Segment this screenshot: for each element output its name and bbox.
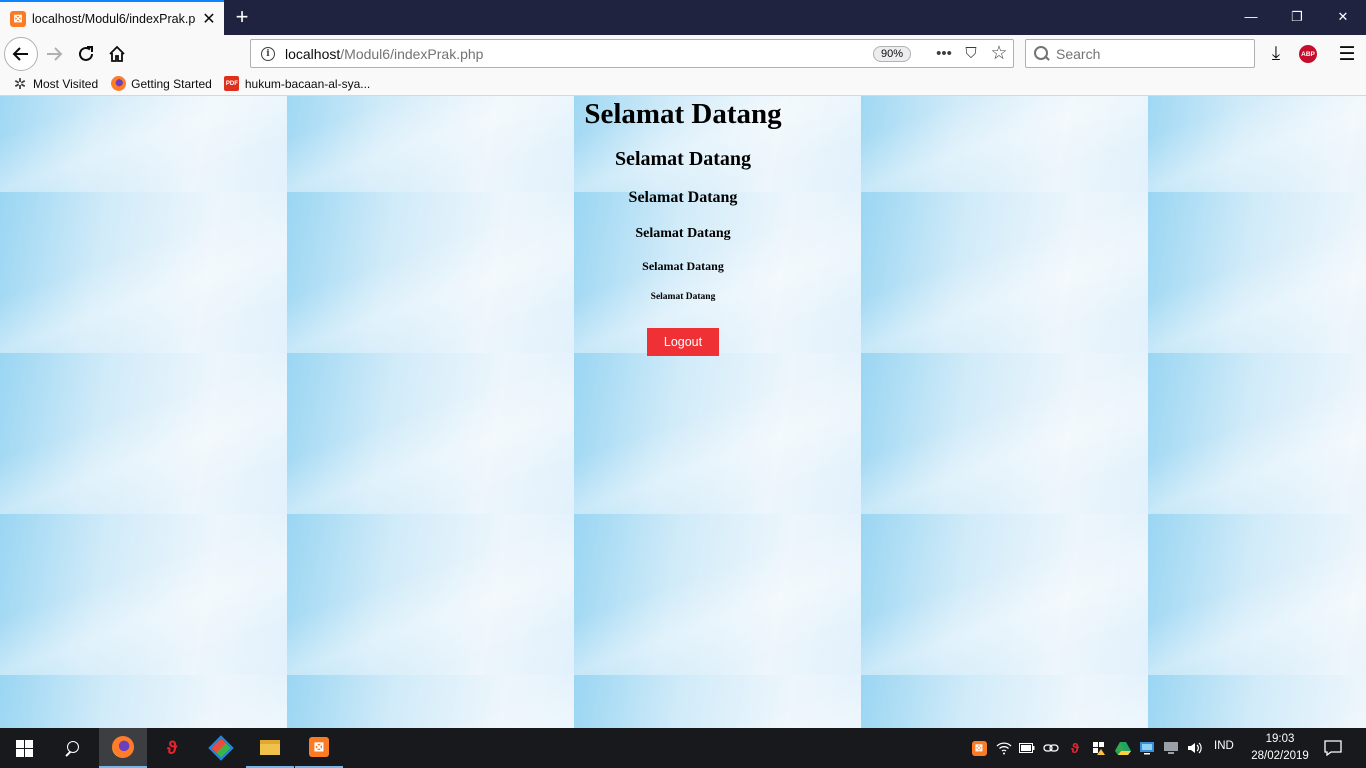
xampp-tray-icon: ⊠ [971,740,987,756]
forward-button[interactable] [38,38,70,70]
adblock-icon: ABP [1299,45,1317,63]
drive-tray-icon[interactable] [1114,739,1132,757]
bookmark-label: Most Visited [33,76,99,91]
zoom-indicator[interactable]: 90% [873,46,912,62]
link-icon[interactable] [1042,739,1060,757]
firefox-icon [112,736,134,758]
heading-3: Selamat Datang [628,189,738,206]
git-icon [208,735,234,761]
volume-icon[interactable] [1186,739,1204,757]
new-tab-button[interactable]: + [228,3,256,31]
home-icon [109,45,125,62]
tab-active[interactable]: ⊠ localhost/Modul6/indexPrak.php ✕ [0,0,224,35]
security-tray-icon[interactable] [1090,739,1108,757]
taskbar-search-button[interactable] [48,728,96,768]
input-language[interactable]: IND [1214,740,1234,752]
windows-logo-icon [15,739,33,757]
title-bar: ⊠ localhost/Modul6/indexPrak.php ✕ + — ❐… [0,0,1366,35]
bookmark-getting-started[interactable]: Getting Started [110,76,212,92]
menu-icon[interactable]: ☰ [1331,38,1363,70]
taskbar-xampp[interactable]: ⊠ [295,728,343,768]
bookmark-label: Getting Started [131,76,212,91]
display-tray-icon[interactable] [1162,739,1180,757]
xampp-icon: ⊠ [309,737,329,757]
reload-icon [79,46,93,61]
pdf-icon: PDF [224,76,240,91]
logout-button[interactable]: Logout [647,328,719,356]
clock[interactable]: 19:03 28/02/2019 [1240,731,1320,765]
minimize-button[interactable]: — [1228,0,1274,35]
xampp-favicon-icon: ⊠ [10,10,26,27]
bookmark-most-visited[interactable]: ✲ Most Visited [12,75,99,93]
tab-close-icon[interactable]: ✕ [200,9,218,29]
forward-arrow-icon [47,47,63,61]
battery-icon[interactable] [1018,739,1036,757]
heading-4: Selamat Datang [635,226,731,241]
heading-6: Selamat Datang [650,292,716,302]
downloads-icon[interactable]: ⤓ [1260,38,1292,70]
start-button[interactable] [0,728,48,768]
search-icon [65,741,79,755]
taskbar-firefox[interactable] [99,728,147,768]
tab-title: localhost/Modul6/indexPrak.php [32,11,196,26]
clock-time: 19:03 [1265,733,1295,745]
heading-1: Selamat Datang [584,98,782,130]
bookmark-star-icon[interactable]: ☆ [988,43,1010,65]
taskbar-git[interactable] [197,728,245,768]
gear-icon: ✲ [13,75,27,93]
page-viewport: Selamat Datang Selamat Datang Selamat Da… [0,96,1366,728]
home-button[interactable] [101,38,133,70]
restore-button[interactable]: ❐ [1274,0,1320,35]
adblock-button[interactable]: ABP [1292,38,1324,70]
close-window-button[interactable]: ✕ [1320,0,1366,35]
tray-xampp[interactable]: ⊠ [970,739,988,757]
pocket-icon[interactable]: ⛉ [960,43,982,65]
bookmark-pdf[interactable]: PDF hukum-bacaan-al-sya... [224,76,370,92]
windows-taskbar: ϑ ⊠ ⊠ ϑ IND 19:03 28/02/2019 [0,728,1366,768]
clock-date: 28/02/2019 [1251,750,1309,762]
taskbar-file-explorer[interactable] [246,728,294,768]
action-center-icon[interactable] [1322,739,1344,757]
bookmark-label: hukum-bacaan-al-sya... [244,76,371,91]
bookmarks-toolbar: ✲ Most Visited Getting Started PDF hukum… [0,72,1366,96]
address-bar[interactable]: i localhost/Modul6/indexPrak.php 90% •••… [250,39,1014,68]
network-tray-icon[interactable] [1138,739,1156,757]
heading-5: Selamat Datang [642,259,724,273]
search-input[interactable] [1056,45,1246,62]
garena-tray-icon[interactable]: ϑ [1066,739,1084,757]
back-arrow-icon [12,47,28,61]
info-icon[interactable]: i [261,46,275,61]
url-text[interactable]: localhost/Modul6/indexPrak.php [285,46,483,62]
wifi-icon[interactable] [995,739,1013,757]
heading-2: Selamat Datang [614,148,752,170]
taskbar-garena[interactable]: ϑ [148,728,196,768]
folder-icon [260,739,280,755]
garena-icon: ϑ [166,737,178,758]
search-icon [1034,45,1050,62]
firefox-icon [110,76,126,91]
reload-button[interactable] [70,38,102,70]
navigation-toolbar: i localhost/Modul6/indexPrak.php 90% •••… [0,35,1366,72]
search-bar[interactable] [1025,39,1255,68]
page-actions-icon[interactable]: ••• [933,43,955,65]
back-button[interactable] [4,37,38,71]
